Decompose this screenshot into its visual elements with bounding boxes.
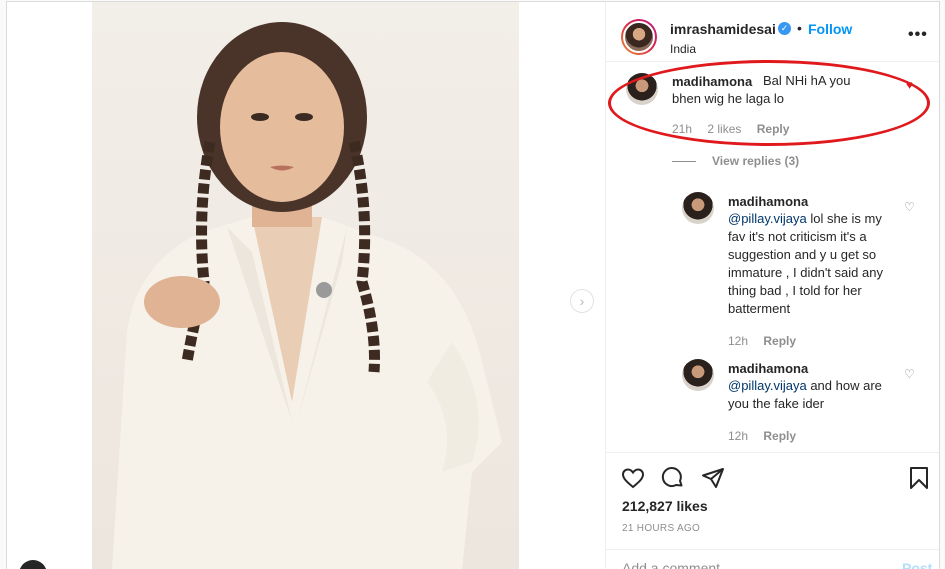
more-options-button[interactable]: ••• [908, 26, 928, 44]
likes-count[interactable]: 212,827 likes [622, 498, 708, 514]
add-comment-bar: Add a comment... Post [606, 549, 939, 569]
woman-portrait-image [112, 22, 502, 569]
reply-meta: 12h Reply [728, 429, 808, 443]
separator-dot: • [797, 20, 802, 36]
reply-text: @pillay.vijaya and how are you the fake … [728, 377, 894, 413]
heart-icon [621, 468, 645, 489]
share-button[interactable] [700, 465, 726, 491]
reply-avatar[interactable] [682, 359, 714, 391]
reply-mention[interactable]: @pillay.vijaya [728, 211, 807, 226]
author-avatar[interactable] [621, 19, 657, 55]
post-media: › [7, 2, 605, 569]
chevron-right-icon: › [579, 293, 585, 309]
add-comment-input[interactable]: Add a comment... [622, 560, 732, 569]
reply-meta: 12h Reply [728, 334, 808, 348]
comment-button[interactable] [660, 465, 686, 491]
comment-likes[interactable]: 2 likes [707, 122, 741, 136]
divider-line [672, 161, 696, 163]
verified-badge-icon: ✓ [778, 22, 791, 35]
reply-reply-button[interactable]: Reply [763, 429, 796, 443]
reply-mention[interactable]: @pillay.vijaya [728, 378, 807, 393]
reply-like-heart-icon[interactable]: ♡ [904, 200, 915, 214]
next-photo-button[interactable]: › [570, 289, 594, 313]
reply-avatar[interactable] [682, 192, 714, 224]
view-replies-button[interactable]: View replies (3) [672, 154, 799, 168]
post-location[interactable]: India [670, 42, 696, 56]
post-header: imrashamidesai ✓ • Follow India ••• [606, 2, 939, 62]
view-replies-label: View replies (3) [712, 154, 800, 168]
post-frame: › imrashamidesai ✓ • Follow India ••• ma… [6, 1, 940, 569]
reply-username[interactable]: madihamona [728, 361, 808, 376]
reply-body: lol she is my fav it's not criticism it'… [728, 211, 883, 316]
follow-button[interactable]: Follow [808, 21, 852, 37]
paper-plane-icon [702, 468, 724, 488]
post-comment-button[interactable]: Post [902, 560, 932, 569]
post-time[interactable]: 21 HOURS AGO [622, 523, 700, 534]
post-photo[interactable] [92, 2, 519, 569]
post-side-panel: imrashamidesai ✓ • Follow India ••• madi… [605, 2, 939, 569]
reply-time[interactable]: 12h [728, 429, 748, 443]
save-button[interactable] [906, 465, 932, 491]
bookmark-icon [910, 467, 928, 489]
post-actions: 212,827 likes 21 HOURS AGO Add a comment… [606, 452, 939, 569]
reply-text: @pillay.vijaya lol she is my fav it's no… [728, 210, 894, 318]
comment-like-heart-icon[interactable]: ♥ [906, 78, 913, 92]
like-button[interactable] [620, 465, 646, 491]
reply-username[interactable]: madihamona [728, 194, 808, 209]
comment-reply-button[interactable]: Reply [757, 122, 790, 136]
commenter-avatar[interactable] [626, 73, 658, 105]
author-username[interactable]: imrashamidesai [670, 21, 776, 37]
comment-meta: 21h 2 likes Reply [672, 122, 801, 136]
tag-indicator-button[interactable] [19, 560, 47, 569]
comment-text: Bal NHi hA you bhen wig he laga lo [672, 73, 851, 106]
reply-reply-button[interactable]: Reply [763, 334, 796, 348]
reply-time[interactable]: 12h [728, 334, 748, 348]
comment-time[interactable]: 21h [672, 122, 692, 136]
reply-like-heart-icon[interactable]: ♡ [904, 367, 915, 381]
comment-icon [661, 467, 683, 488]
